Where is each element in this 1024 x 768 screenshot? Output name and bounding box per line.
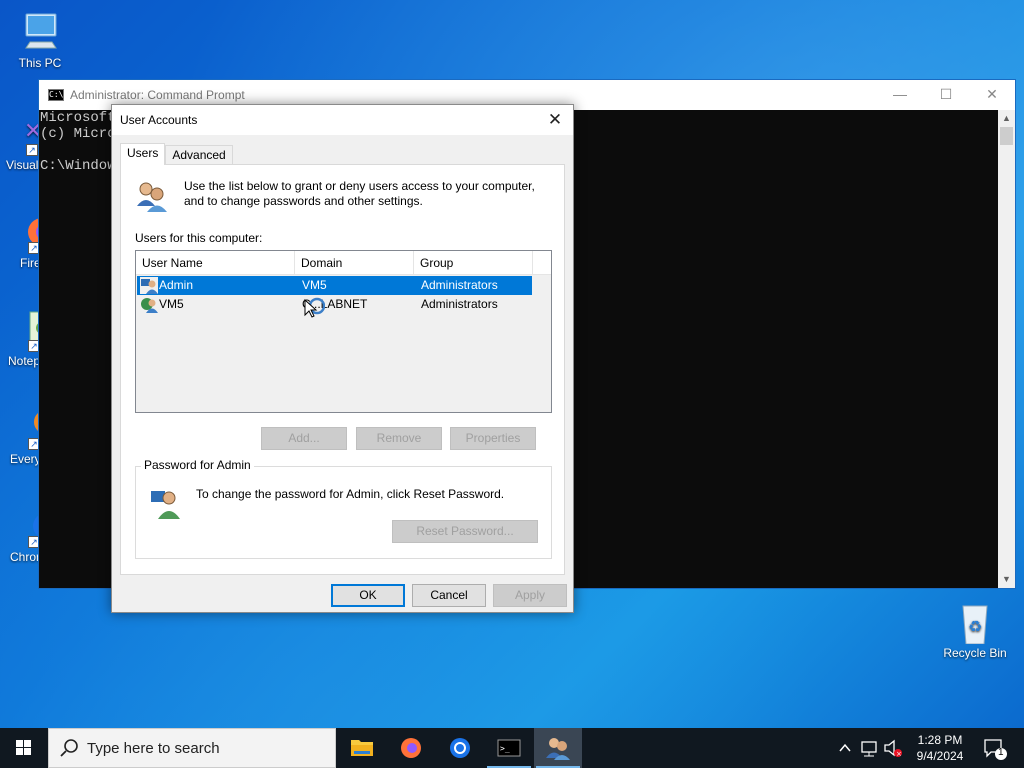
taskbar-file-explorer[interactable] xyxy=(338,728,386,768)
column-header-user-name[interactable]: User Name xyxy=(136,251,295,275)
scroll-up-icon[interactable]: ▲ xyxy=(998,110,1015,127)
table-row[interactable]: Admin VM5 Administrators xyxy=(137,276,532,295)
search-input[interactable] xyxy=(87,739,317,757)
windows-logo-icon xyxy=(16,740,31,755)
taskbar-command-prompt[interactable]: >_ xyxy=(485,728,533,768)
cmd-icon: C:\ xyxy=(48,89,64,101)
minimize-button[interactable]: — xyxy=(877,80,923,110)
clock-time: 1:28 PM xyxy=(917,733,963,747)
intro-text: Use the list below to grant or deny user… xyxy=(184,179,535,208)
desktop-icon-label: Visual xyxy=(6,158,39,172)
desktop-icon-label: Recycle Bin xyxy=(943,646,1007,660)
svg-text:♻: ♻ xyxy=(968,617,982,636)
tab-users[interactable]: Users xyxy=(120,143,166,165)
desktop-icon-label: Notep xyxy=(8,354,41,368)
cmd-title: Administrator: Command Prompt xyxy=(70,88,245,102)
domain-user-icon xyxy=(140,296,158,313)
cmd-scrollbar[interactable]: ▲ ▼ xyxy=(998,110,1015,588)
recycle-bin-icon: ♻ xyxy=(951,600,999,645)
taskbar-chrome[interactable] xyxy=(436,728,484,768)
properties-button[interactable]: Properties xyxy=(450,427,536,450)
show-hidden-icons[interactable] xyxy=(834,728,856,768)
desktop-icon-label: This PC xyxy=(18,56,62,70)
password-instruction-text: To change the password for Admin, click … xyxy=(196,487,505,501)
ok-button[interactable]: OK xyxy=(331,584,405,607)
cell-domain: VM5 xyxy=(302,278,327,292)
notification-count-badge: 1 xyxy=(998,747,1004,758)
users-tab-panel: Use the list below to grant or deny user… xyxy=(120,164,565,575)
column-header-domain[interactable]: Domain xyxy=(295,251,414,275)
cell-group: Administrators xyxy=(421,278,498,292)
clock-date: 9/4/2024 xyxy=(916,749,964,763)
add-user-button[interactable]: Add... xyxy=(261,427,347,450)
mouse-cursor-icon xyxy=(303,297,326,319)
action-center-button[interactable]: 1 xyxy=(980,728,1010,768)
start-button[interactable] xyxy=(0,728,48,768)
taskbar-search[interactable] xyxy=(48,728,336,768)
taskbar-firefox[interactable] xyxy=(387,728,435,768)
cell-group: Administrators xyxy=(421,297,498,311)
chevron-up-icon xyxy=(839,743,851,752)
password-group-title: Password for Admin xyxy=(141,458,254,472)
scroll-down-icon[interactable]: ▼ xyxy=(998,571,1015,588)
taskbar-user-accounts[interactable] xyxy=(534,728,582,768)
user-accounts-dialog[interactable]: User Accounts ✕ Users Advanced Use the l… xyxy=(111,104,574,613)
search-icon xyxy=(60,739,78,757)
taskbar: >_ × 1:28 PM 9/4/2024 1 xyxy=(0,728,1024,768)
dialog-titlebar[interactable]: User Accounts ✕ xyxy=(112,105,573,135)
column-header-group[interactable]: Group xyxy=(414,251,533,275)
close-button[interactable]: ✕ xyxy=(969,80,1015,110)
visual-studio-icon: ✕ ↗ xyxy=(24,119,42,156)
remove-user-button[interactable]: Remove xyxy=(356,427,442,450)
users-group-icon xyxy=(546,738,570,760)
everything-icon: ↗ xyxy=(0,406,58,450)
cell-user-name: VM5 xyxy=(159,297,184,311)
command-prompt-icon: >_ xyxy=(497,739,521,757)
computer-icon xyxy=(16,10,64,54)
notepad-icon: ↗ xyxy=(0,308,55,352)
taskbar-clock[interactable]: 1:28 PM 9/4/2024 xyxy=(900,732,980,764)
desktop-icon-this-pc[interactable]: This PC xyxy=(2,10,78,70)
users-listview[interactable]: User Name Domain Group Admin VM5 Adminis… xyxy=(135,250,552,413)
chrome-icon xyxy=(450,738,470,758)
cell-user-name: Admin xyxy=(159,278,194,292)
user-password-icon xyxy=(150,487,182,519)
firefox-icon: ↗ xyxy=(0,210,56,254)
svg-text:>_: >_ xyxy=(500,744,510,753)
notification-icon xyxy=(984,739,1007,760)
users-group-icon xyxy=(135,180,169,214)
desktop-icon-recycle-bin[interactable]: ♻ Recycle Bin xyxy=(937,600,1013,660)
firefox-icon xyxy=(401,738,421,758)
tab-strip: Users Advanced xyxy=(120,143,233,165)
maximize-button[interactable]: ☐ xyxy=(923,80,969,110)
user-icon xyxy=(140,277,158,294)
folder-icon xyxy=(351,740,373,756)
cancel-button[interactable]: Cancel xyxy=(412,584,486,607)
network-status[interactable] xyxy=(858,728,880,768)
users-list-label: Users for this computer: xyxy=(135,231,263,245)
apply-button[interactable]: Apply xyxy=(493,584,567,607)
listview-header: User Name Domain Group xyxy=(136,251,551,275)
password-groupbox: Password for Admin To change the passwor… xyxy=(135,458,552,559)
network-icon xyxy=(861,741,877,757)
dialog-title: User Accounts xyxy=(120,113,198,127)
chrome-icon: ↗ xyxy=(0,504,59,548)
tab-advanced[interactable]: Advanced xyxy=(165,145,233,165)
scroll-thumb[interactable] xyxy=(1000,127,1013,145)
reset-password-button[interactable]: Reset Password... xyxy=(392,520,538,543)
table-row[interactable]: VM5 C...LABNET Administrators xyxy=(137,295,532,314)
dialog-close-button[interactable]: ✕ xyxy=(543,109,567,131)
desktop-icon-label: Every xyxy=(10,452,41,466)
